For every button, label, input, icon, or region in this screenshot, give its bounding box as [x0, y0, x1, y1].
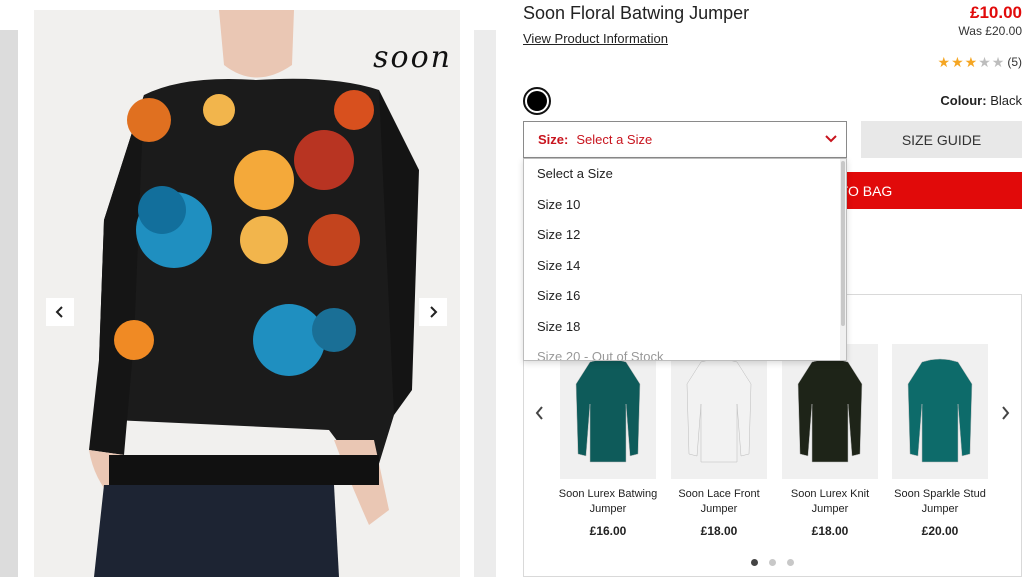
garment-shape [907, 358, 973, 463]
garment-shape [686, 358, 752, 463]
carousel-next-icon[interactable] [999, 405, 1011, 421]
product-title: Soon Floral Batwing Jumper [523, 3, 750, 23]
carousel-dot[interactable] [769, 559, 776, 566]
size-option[interactable]: Size 16 [524, 281, 846, 312]
dropdown-scrollbar[interactable] [840, 159, 846, 360]
recommendation-price: £18.00 [700, 524, 738, 538]
colour-label: Colour: [940, 93, 987, 108]
star-icon: ★ [951, 54, 964, 70]
dropdown-scrollbar-thumb[interactable] [841, 161, 845, 326]
view-product-information-link[interactable]: View Product Information [523, 31, 668, 46]
size-option[interactable]: Size 20 - Out of Stock [524, 342, 846, 360]
recommendation-price: £20.00 [921, 524, 959, 538]
garment-shape [575, 358, 641, 463]
size-guide-button[interactable]: SIZE GUIDE [861, 121, 1022, 158]
product-page: soon Soon Floral Batwing Jumper View Pro… [0, 0, 1026, 577]
recommendation-name[interactable]: Soon Lace Front Jumper [669, 487, 769, 517]
size-option[interactable]: Size 14 [524, 251, 846, 282]
size-dropdown-list[interactable]: Select a Size Size 10 Size 12 Size 14 Size 1… [523, 158, 847, 361]
recommendation-card[interactable]: Soon Lurex Knit Jumper £18.00 [780, 344, 880, 538]
carousel-dot[interactable] [751, 559, 758, 566]
recommendation-image[interactable] [560, 344, 656, 479]
colour-swatch-black[interactable] [523, 87, 551, 115]
garment-image [575, 358, 641, 463]
recommendation-name[interactable]: Soon Sparkle Stud Jumper [890, 487, 990, 517]
size-select[interactable]: Size: Select a Size [523, 121, 847, 158]
star-icon: ★ [937, 54, 951, 70]
gallery-peek-left[interactable] [0, 30, 18, 577]
star-rating[interactable]: ★ ★ ★ ★ ★ (5) [938, 55, 1022, 69]
product-main-image[interactable]: soon [34, 10, 460, 577]
chevron-down-icon [825, 135, 837, 143]
gallery-peek-right[interactable] [474, 30, 496, 577]
chevron-right-icon [430, 306, 438, 318]
garment-image [686, 358, 752, 463]
brand-logo: soon [373, 40, 452, 75]
recommendation-image[interactable] [782, 344, 878, 479]
star-icon: ★ [991, 54, 1005, 70]
recommendation-card[interactable]: Soon Lace Front Jumper £18.00 [669, 344, 769, 538]
size-option[interactable]: Select a Size [524, 159, 846, 190]
carousel-prev-icon[interactable] [534, 405, 546, 421]
swatch-fill [527, 91, 547, 111]
garment-shape [797, 358, 863, 463]
garment-image [907, 358, 973, 463]
recommendation-card[interactable]: Soon Sparkle Stud Jumper £20.00 [890, 344, 990, 538]
size-options: Select a Size Size 10 Size 12 Size 14 Size 1… [524, 159, 846, 360]
recommendation-name[interactable]: Soon Lurex Knit Jumper [780, 487, 880, 517]
recommendation-image[interactable] [671, 344, 767, 479]
star-icon: ★ [964, 54, 978, 70]
recommendation-name[interactable]: Soon Lurex Batwing Jumper [558, 487, 658, 517]
recommendation-image[interactable] [892, 344, 988, 479]
rating-count: (5) [1007, 55, 1022, 69]
carousel-dot[interactable] [787, 559, 794, 566]
carousel-dots [524, 559, 1021, 566]
recommendation-price: £16.00 [589, 524, 627, 538]
product-photo [34, 10, 460, 577]
size-option[interactable]: Size 12 [524, 220, 846, 251]
size-option[interactable]: Size 10 [524, 190, 846, 221]
garment-image [797, 358, 863, 463]
recommendation-card[interactable]: Soon Lurex Batwing Jumper £16.00 [558, 344, 658, 538]
gallery-next-button[interactable] [419, 298, 447, 326]
gallery-prev-button[interactable] [46, 298, 74, 326]
star-icon: ★ [978, 54, 991, 70]
current-price: £10.00 [970, 3, 1022, 22]
was-price: Was £20.00 [958, 24, 1022, 38]
size-option[interactable]: Size 18 [524, 312, 846, 343]
size-selected-value: Select a Size [576, 132, 653, 147]
colour-value: Black [990, 93, 1022, 108]
colour-info: Colour: Black [940, 93, 1022, 108]
recommendation-price: £18.00 [811, 524, 849, 538]
chevron-left-icon [55, 306, 63, 318]
size-label: Size: [538, 132, 569, 147]
